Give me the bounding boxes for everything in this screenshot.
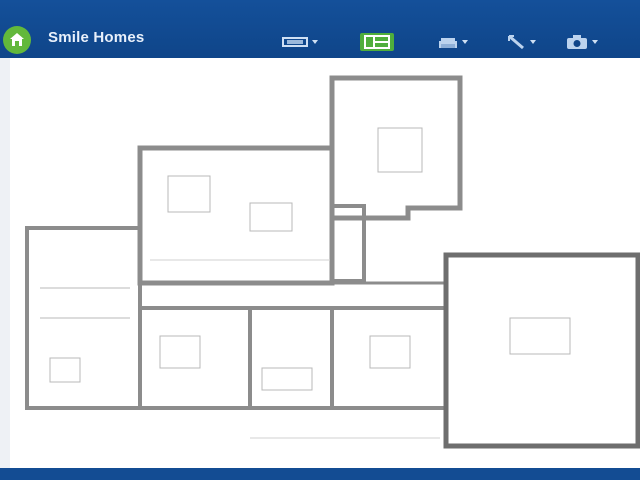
dining-table-icon <box>167 175 211 213</box>
app-title: Smile Homes <box>48 29 145 46</box>
sofa-icon <box>249 202 293 232</box>
camera-tool-button[interactable] <box>566 32 598 52</box>
chevron-down-icon <box>530 40 536 44</box>
room-master-bedroom <box>329 75 463 221</box>
left-rail <box>0 58 10 470</box>
bed-icon <box>159 335 201 369</box>
chevron-down-icon <box>462 40 468 44</box>
chevron-down-icon <box>312 40 318 44</box>
measure-tool-button[interactable] <box>506 32 536 52</box>
car-icon <box>509 317 571 355</box>
bed-icon <box>369 335 411 369</box>
room-hallway <box>138 281 446 308</box>
ruler-icon <box>508 34 524 50</box>
app-footer <box>0 468 640 480</box>
floorplan-icon <box>364 35 390 49</box>
app-header: Smile Homes <box>0 0 640 58</box>
room-bedroom-3 <box>330 306 448 410</box>
layers-icon <box>282 37 308 47</box>
room-bathroom <box>248 306 334 410</box>
plan-canvas[interactable] <box>10 58 640 470</box>
toilet-icon <box>49 357 81 383</box>
furniture-tool-button[interactable] <box>438 32 468 52</box>
plan-view-tool-button[interactable] <box>360 33 394 51</box>
room-bedroom-2 <box>138 306 252 410</box>
bathtub-icon <box>261 367 313 391</box>
room-garage <box>443 252 640 449</box>
layers-tool-button[interactable] <box>282 32 318 52</box>
floor-plan[interactable] <box>10 58 640 470</box>
house-leaf-icon[interactable] <box>3 26 31 54</box>
sofa-icon <box>439 38 457 48</box>
chevron-down-icon <box>592 40 598 44</box>
camera-icon <box>567 35 587 49</box>
room-living-area <box>137 145 335 286</box>
bed-icon <box>377 127 423 173</box>
